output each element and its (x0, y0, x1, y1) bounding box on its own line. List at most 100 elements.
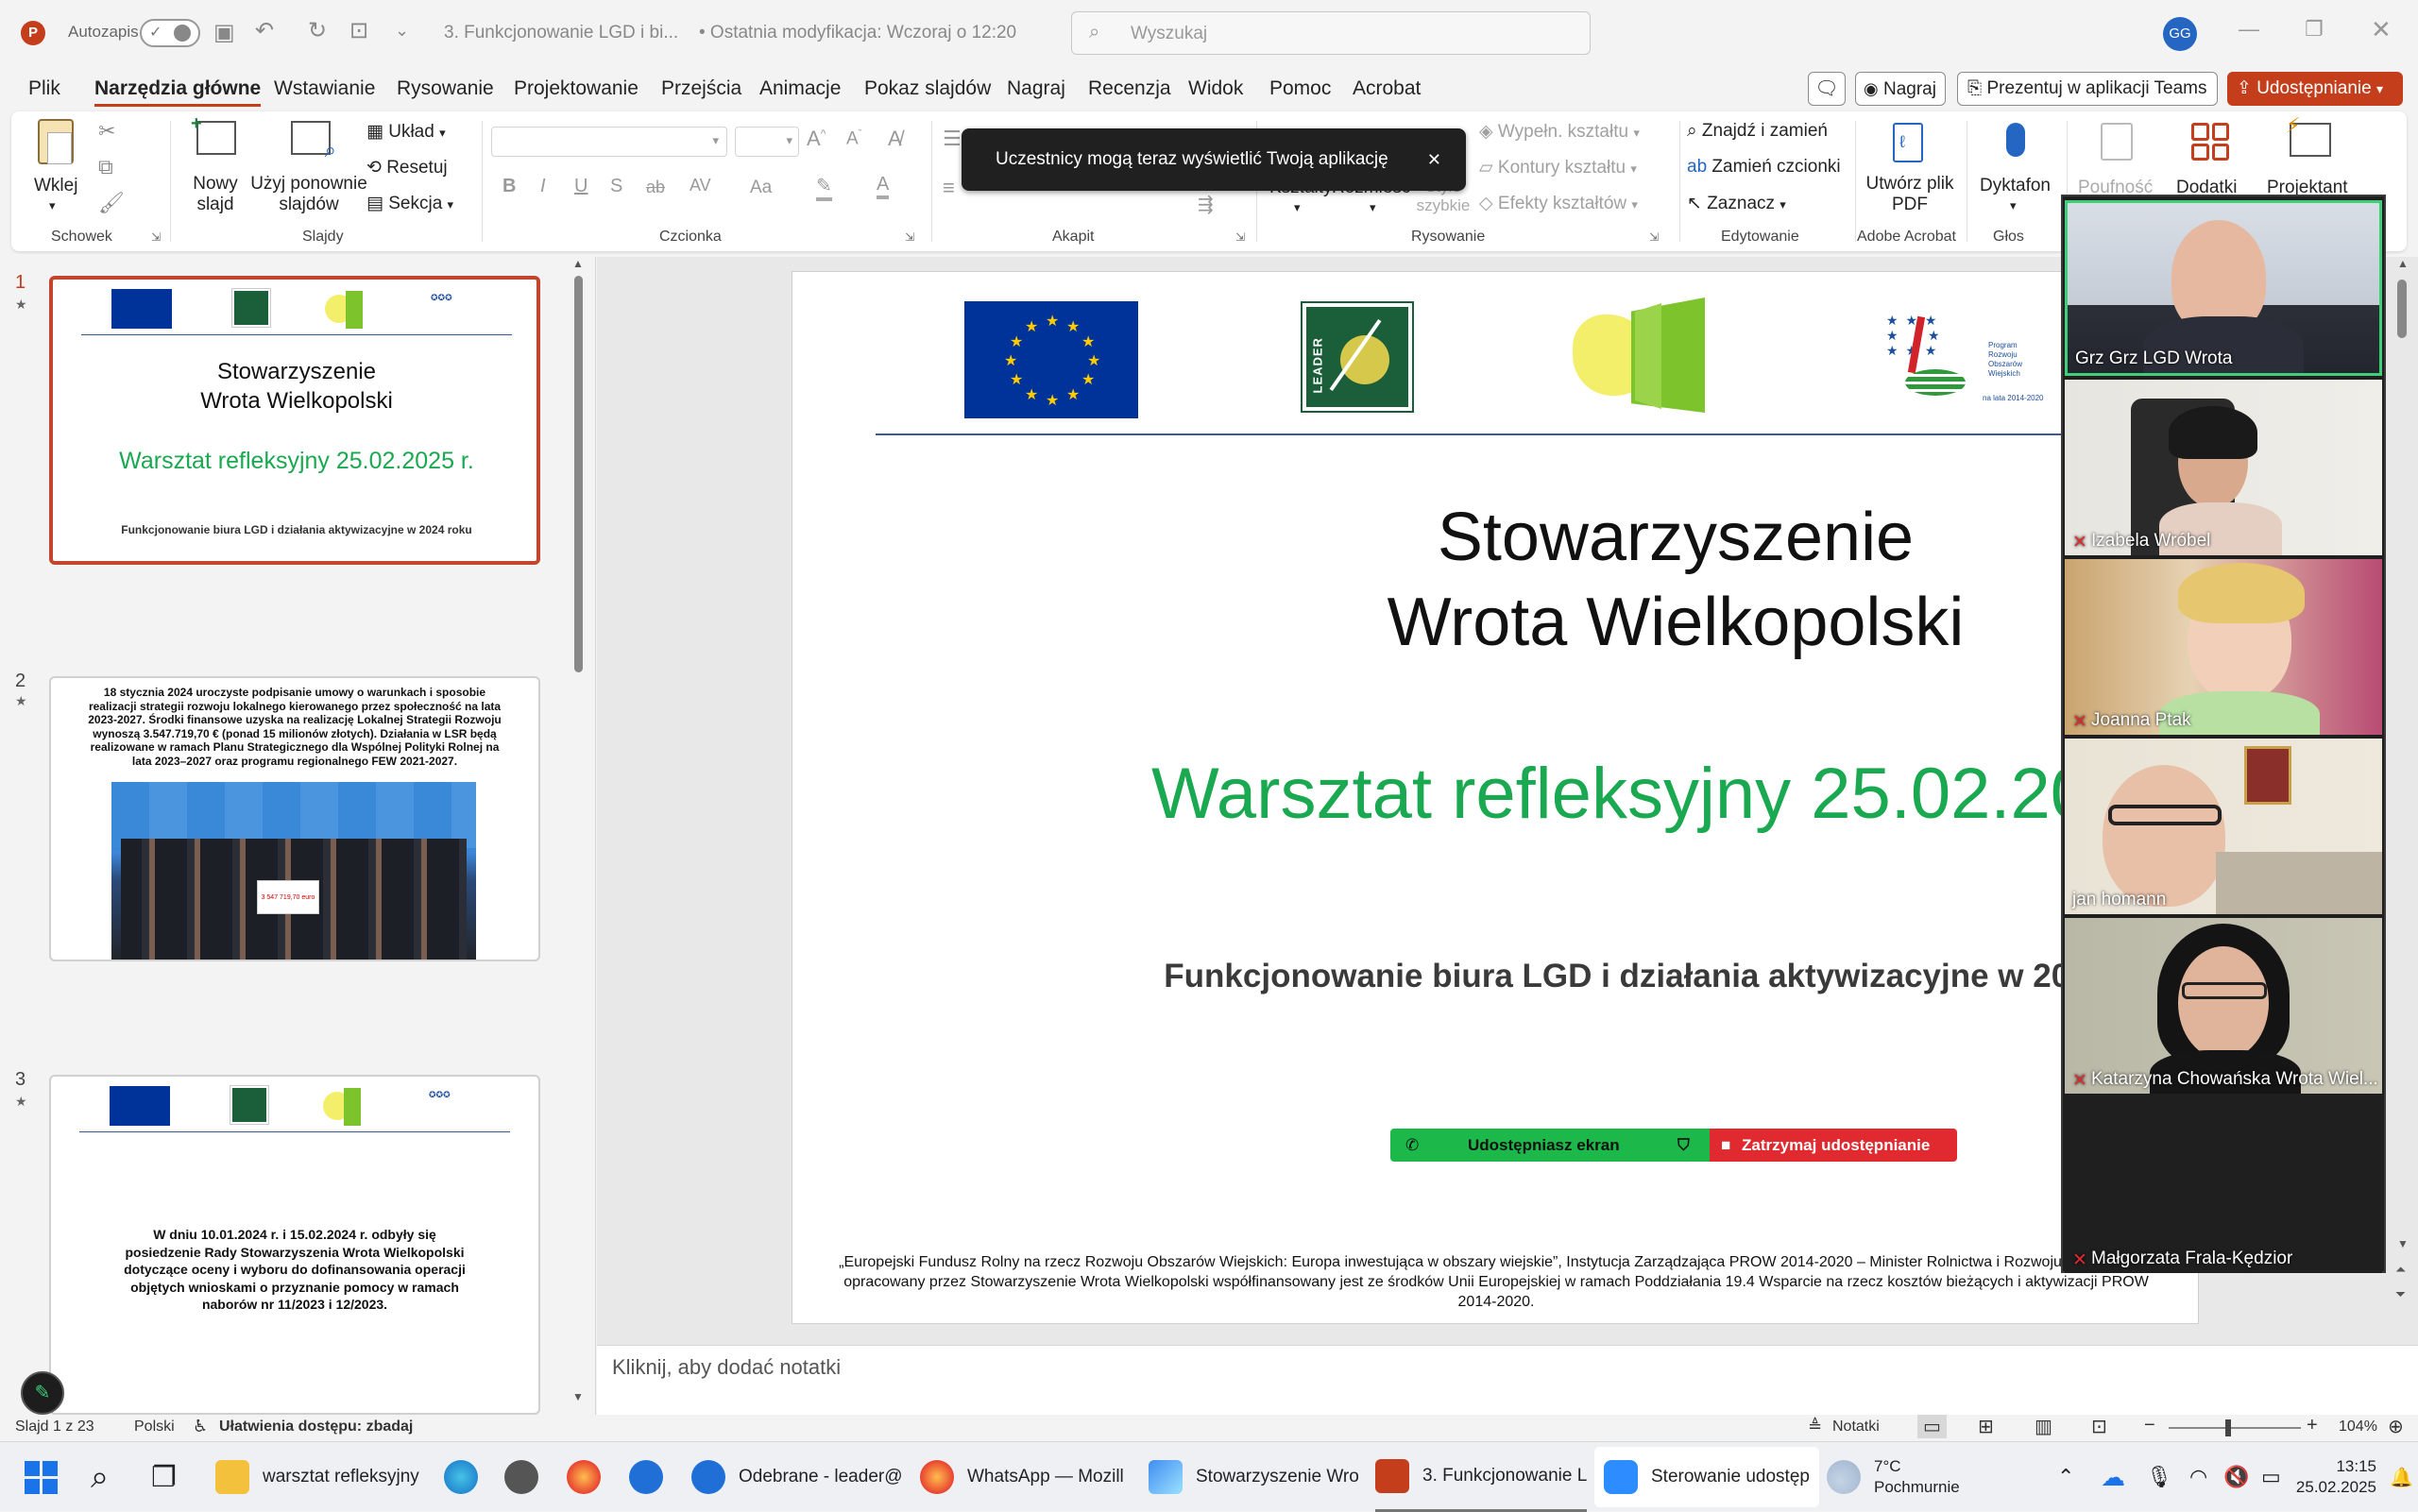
bullets-icon[interactable]: ☰ (943, 127, 962, 151)
font-name-select[interactable]: ▾ (491, 127, 727, 157)
save-icon[interactable]: ▣ (213, 19, 235, 46)
taskbar-item-app[interactable] (504, 1442, 552, 1512)
tab-insert[interactable]: Wstawianie (274, 77, 375, 100)
taskbar-item-explorer[interactable]: warsztat refleksyjny (215, 1442, 419, 1512)
taskbar-item-thunderbird[interactable] (629, 1442, 676, 1512)
slide-thumbnail-1[interactable]: ✪✪✪ Stowarzyszenie Wrota Wielkopolski Wa… (49, 276, 540, 565)
taskbar-item-powerpoint[interactable]: 3. Funkcjonowanie L (1375, 1442, 1588, 1512)
minimize-icon[interactable]: — (2239, 17, 2259, 42)
notifications-button[interactable]: 🔔 (2390, 1442, 2413, 1512)
shape-effects-button[interactable]: ◇ Efekty kształtów ▾ (1479, 193, 1638, 214)
new-slide-button[interactable]: + Nowy slajd (187, 113, 244, 223)
language-indicator[interactable]: Polski (134, 1419, 175, 1436)
taskbar-item-firefox[interactable] (567, 1442, 614, 1512)
wifi-tray[interactable]: ◠ (2189, 1442, 2207, 1512)
slide-sorter-icon[interactable]: ⊞ (1978, 1415, 1994, 1438)
sharing-indicator[interactable]: ✆ Udostępniasz ekran ⛉ (1390, 1129, 1710, 1162)
mic-tray[interactable]: 🎙 (2146, 1442, 2172, 1512)
toast-close-icon[interactable]: ✕ (1427, 128, 1441, 191)
comments-button[interactable]: 🗨 (1808, 72, 1846, 106)
autosave-toggle[interactable]: ✓ (140, 19, 200, 47)
slideshow-icon[interactable]: ⊡ (2091, 1415, 2107, 1438)
volume-tray[interactable]: 🔇 (2223, 1442, 2249, 1512)
zoom-in-icon[interactable]: + (2307, 1415, 2318, 1436)
maximize-icon[interactable]: ❐ (2305, 17, 2324, 42)
italic-icon[interactable]: I (540, 176, 546, 197)
tab-animations[interactable]: Animacje (759, 77, 841, 100)
shape-fill-button[interactable]: ◈ Wypełn. kształtu ▾ (1479, 121, 1640, 143)
taskbar-item-whatsapp[interactable]: WhatsApp — Mozill (920, 1442, 1124, 1512)
zoom-out-icon[interactable]: − (2144, 1415, 2155, 1436)
reuse-slides-button[interactable]: ⌕ Użyj ponownie slajdów (249, 119, 368, 223)
notes-pane[interactable]: Kliknij, aby dodać notatki (597, 1345, 2418, 1415)
slide-footer[interactable]: „Europejski Fundusz Rolny na rzecz Rozwo… (823, 1252, 2170, 1312)
close-icon[interactable]: ✕ (2371, 15, 2392, 44)
copy-icon[interactable]: ⧉ (98, 155, 113, 179)
slide-title-line2[interactable]: Wrota Wielkopolski (792, 580, 2200, 665)
tab-slideshow[interactable]: Pokaz slajdów (864, 77, 991, 100)
taskbar-item-mail[interactable]: Odebrane - leader@ (691, 1442, 903, 1512)
section-button[interactable]: ▤ Sekcja ▾ (366, 193, 453, 214)
font-color-icon[interactable]: A (877, 174, 890, 199)
stop-sharing-button[interactable]: ■ Zatrzymaj udostępnianie (1710, 1129, 1957, 1162)
weather-widget[interactable]: 7°C Pochmurnie (1827, 1442, 1960, 1512)
reset-button[interactable]: ⟲ Resetuj (366, 157, 448, 178)
previous-slide-icon[interactable]: ⏶ (2395, 1262, 2406, 1278)
present-icon[interactable]: ⊡ (349, 17, 368, 44)
tab-record[interactable]: Nagraj (1007, 77, 1065, 100)
record-button[interactable]: ◉ Nagraj (1855, 72, 1946, 106)
tab-home[interactable]: Narzędzia główne (94, 77, 262, 107)
layout-button[interactable]: ▦ Układ ▾ (366, 121, 446, 143)
clock[interactable]: 13:15 25.02.2025 (2296, 1442, 2376, 1512)
present-in-teams-button[interactable]: ⎘ Prezentuj w aplikacji Teams (1957, 72, 2218, 106)
cut-icon[interactable]: ✂ (98, 119, 115, 144)
dictate-button[interactable]: Dyktafon ▾ (1974, 119, 2059, 223)
format-painter-icon[interactable]: 🖌 (98, 191, 125, 215)
start-button[interactable] (25, 1442, 58, 1512)
accessibility-status[interactable]: Ułatwienia dostępu: zbadaj (219, 1419, 413, 1436)
scroll-up-icon[interactable]: ▲ (572, 257, 584, 270)
find-replace-button[interactable]: ⌕ Znajdź i zamień (1687, 121, 1828, 142)
scroll-down-icon[interactable]: ▼ (2397, 1237, 2409, 1250)
taskbar-item-paint[interactable]: Stowarzyszenie Wro (1149, 1442, 1359, 1512)
dialog-launcher-icon[interactable]: ⇲ (1649, 230, 1659, 244)
highlight-icon[interactable]: ✎ (816, 174, 832, 201)
document-title[interactable]: 3. Funkcjonowanie LGD i bi... (444, 23, 678, 43)
decrease-font-icon[interactable]: Aˇ (846, 128, 861, 149)
select-button[interactable]: ↖ Zaznacz ▾ (1687, 193, 1786, 214)
dialog-launcher-icon[interactable]: ⇲ (1235, 230, 1245, 244)
scroll-thumb[interactable] (2397, 280, 2407, 338)
replace-fonts-button[interactable]: ab Zamień czcionki (1687, 157, 1841, 178)
task-view-button[interactable]: ❐ (151, 1442, 177, 1512)
next-slide-icon[interactable]: ⏷ (2395, 1286, 2406, 1302)
slide-subtitle[interactable]: Funkcjonowanie biura LGD i działania akt… (792, 958, 2200, 995)
increase-font-icon[interactable]: A^ (807, 127, 826, 151)
thumbnails-scrollbar[interactable]: ▲ ▼ (572, 257, 586, 1415)
paste-button[interactable]: Wklej ▾ (34, 119, 79, 213)
show-hidden-icons[interactable]: ⌃ (2057, 1442, 2074, 1512)
slide-workshop-title[interactable]: Warsztat refleksyjny 25.02.2025 r. (792, 750, 2230, 839)
font-size-select[interactable]: ▾ (735, 127, 799, 157)
char-spacing-icon[interactable]: AV (690, 176, 711, 195)
onedrive-tray[interactable]: ☁ (2101, 1442, 2125, 1512)
strikethrough-icon[interactable]: ab (646, 178, 665, 197)
scroll-down-icon[interactable]: ▼ (572, 1390, 584, 1403)
tab-view[interactable]: Widok (1188, 77, 1243, 100)
align-left-icon[interactable]: ≡ (943, 176, 955, 200)
taskbar-item-edge[interactable] (444, 1442, 491, 1512)
scroll-thumb[interactable] (574, 276, 583, 672)
dialog-launcher-icon[interactable]: ⇲ (905, 230, 914, 244)
tab-draw[interactable]: Rysowanie (397, 77, 494, 100)
share-button[interactable]: ⇪ Udostępnianie ▾ (2227, 72, 2403, 106)
redo-icon[interactable]: ↻ (308, 17, 327, 44)
zoom-slider-thumb[interactable] (2225, 1419, 2231, 1436)
participant-tile[interactable]: jan homann (2065, 739, 2382, 914)
bold-icon[interactable]: B (502, 176, 516, 197)
zoom-slider[interactable] (2169, 1419, 2301, 1436)
scroll-up-icon[interactable]: ▲ (2397, 257, 2409, 270)
current-slide[interactable]: ★★★★★★ ★★★★★★ LEADER ★ ★ ★★ ★★ ★ ★ Progr… (792, 271, 2230, 1324)
tab-design[interactable]: Projektowanie (514, 77, 639, 100)
zoom-level[interactable]: 104% (2339, 1419, 2377, 1436)
shape-outline-button[interactable]: ▱ Kontury kształtu ▾ (1479, 157, 1637, 178)
notes-toggle[interactable]: Notatki (1832, 1419, 1880, 1436)
